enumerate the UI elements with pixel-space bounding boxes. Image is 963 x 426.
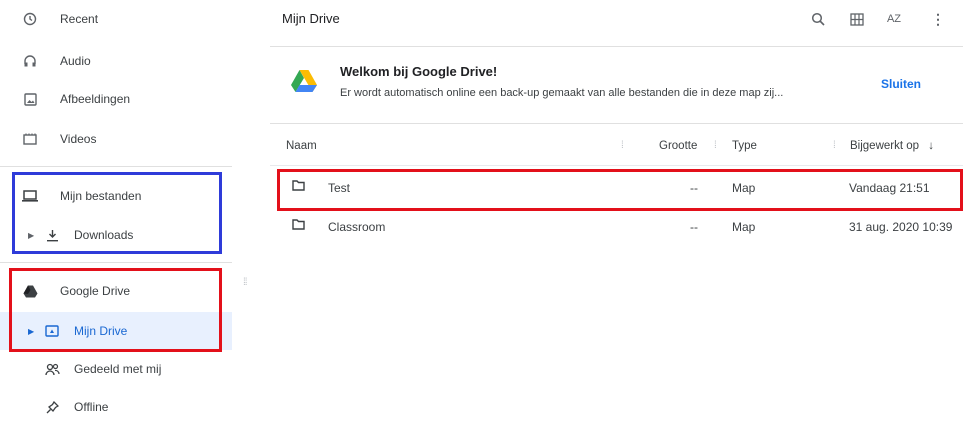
sidebar-item-label: Offline [74, 400, 109, 414]
sidebar-item-images[interactable]: Afbeeldingen [0, 80, 232, 118]
image-icon [22, 91, 38, 107]
clock-icon [22, 11, 38, 27]
sidebar-item-recent[interactable]: Recent [0, 0, 232, 38]
sidebar-item-label: Afbeeldingen [60, 92, 131, 106]
sidebar: Recent Audio Afbeeldingen Videos Mijn be… [0, 0, 232, 416]
column-header-updated[interactable]: Bijgewerkt op ↓ [850, 140, 934, 152]
file-updated: 31 aug. 2020 10:39 [849, 220, 953, 234]
column-resize-handle[interactable]: ⁞ [714, 140, 717, 151]
sidebar-item-label: Videos [60, 132, 97, 146]
sidebar-item-offline[interactable]: Offline [0, 388, 232, 426]
grid-icon [850, 12, 864, 26]
film-icon [22, 131, 38, 147]
highlight-box-blue [12, 172, 222, 254]
arrow-down-icon: ↓ [928, 140, 934, 152]
sort-button[interactable]: AZ [882, 8, 906, 30]
file-size: -- [690, 220, 698, 234]
pin-icon [44, 399, 60, 415]
sidebar-item-shared[interactable]: Gedeeld met mij [0, 350, 232, 388]
grid-view-button[interactable] [845, 8, 869, 30]
more-vert-icon: ⋮ [931, 10, 945, 27]
more-button[interactable]: ⋮ [926, 8, 950, 30]
banner-close-button[interactable]: Sluiten [881, 77, 921, 91]
sidebar-item-audio[interactable]: Audio [0, 42, 232, 80]
column-resize-handle[interactable]: ⁞ [621, 140, 624, 151]
search-button[interactable] [806, 8, 830, 30]
column-header-size[interactable]: Grootte [659, 140, 697, 152]
search-icon [811, 12, 825, 26]
sidebar-item-label: Gedeeld met mij [74, 362, 162, 376]
banner-text: Er wordt automatisch online een back-up … [340, 87, 784, 99]
column-resize-handle[interactable]: ⁞ [833, 140, 836, 151]
people-icon [44, 361, 60, 377]
highlight-box-red [9, 268, 222, 352]
sidebar-divider [0, 166, 232, 167]
highlight-box-red [277, 169, 963, 211]
banner-title: Welkom bij Google Drive! [340, 64, 498, 79]
google-drive-logo-icon [290, 69, 318, 98]
column-header-label: Bijgewerkt op [850, 140, 920, 152]
file-type: Map [732, 220, 756, 234]
table-row[interactable]: Classroom -- Map 31 aug. 2020 10:39 [270, 208, 963, 246]
sort-az-icon: AZ [886, 13, 902, 25]
page-title: Mijn Drive [282, 11, 340, 26]
column-header-name[interactable]: Naam [286, 140, 317, 152]
headphones-icon [22, 53, 38, 69]
welcome-banner: Welkom bij Google Drive! Er wordt automa… [270, 46, 963, 124]
row-divider [270, 165, 963, 166]
folder-icon [292, 219, 305, 233]
sidebar-item-label: Recent [60, 12, 99, 26]
sidebar-item-videos[interactable]: Videos [0, 120, 232, 158]
column-header-type[interactable]: Type [732, 140, 757, 152]
resize-handle[interactable]: ⁞⁞ [243, 278, 247, 288]
sidebar-divider [0, 262, 232, 263]
sidebar-item-label: Audio [60, 54, 91, 68]
file-name: Classroom [328, 220, 386, 234]
